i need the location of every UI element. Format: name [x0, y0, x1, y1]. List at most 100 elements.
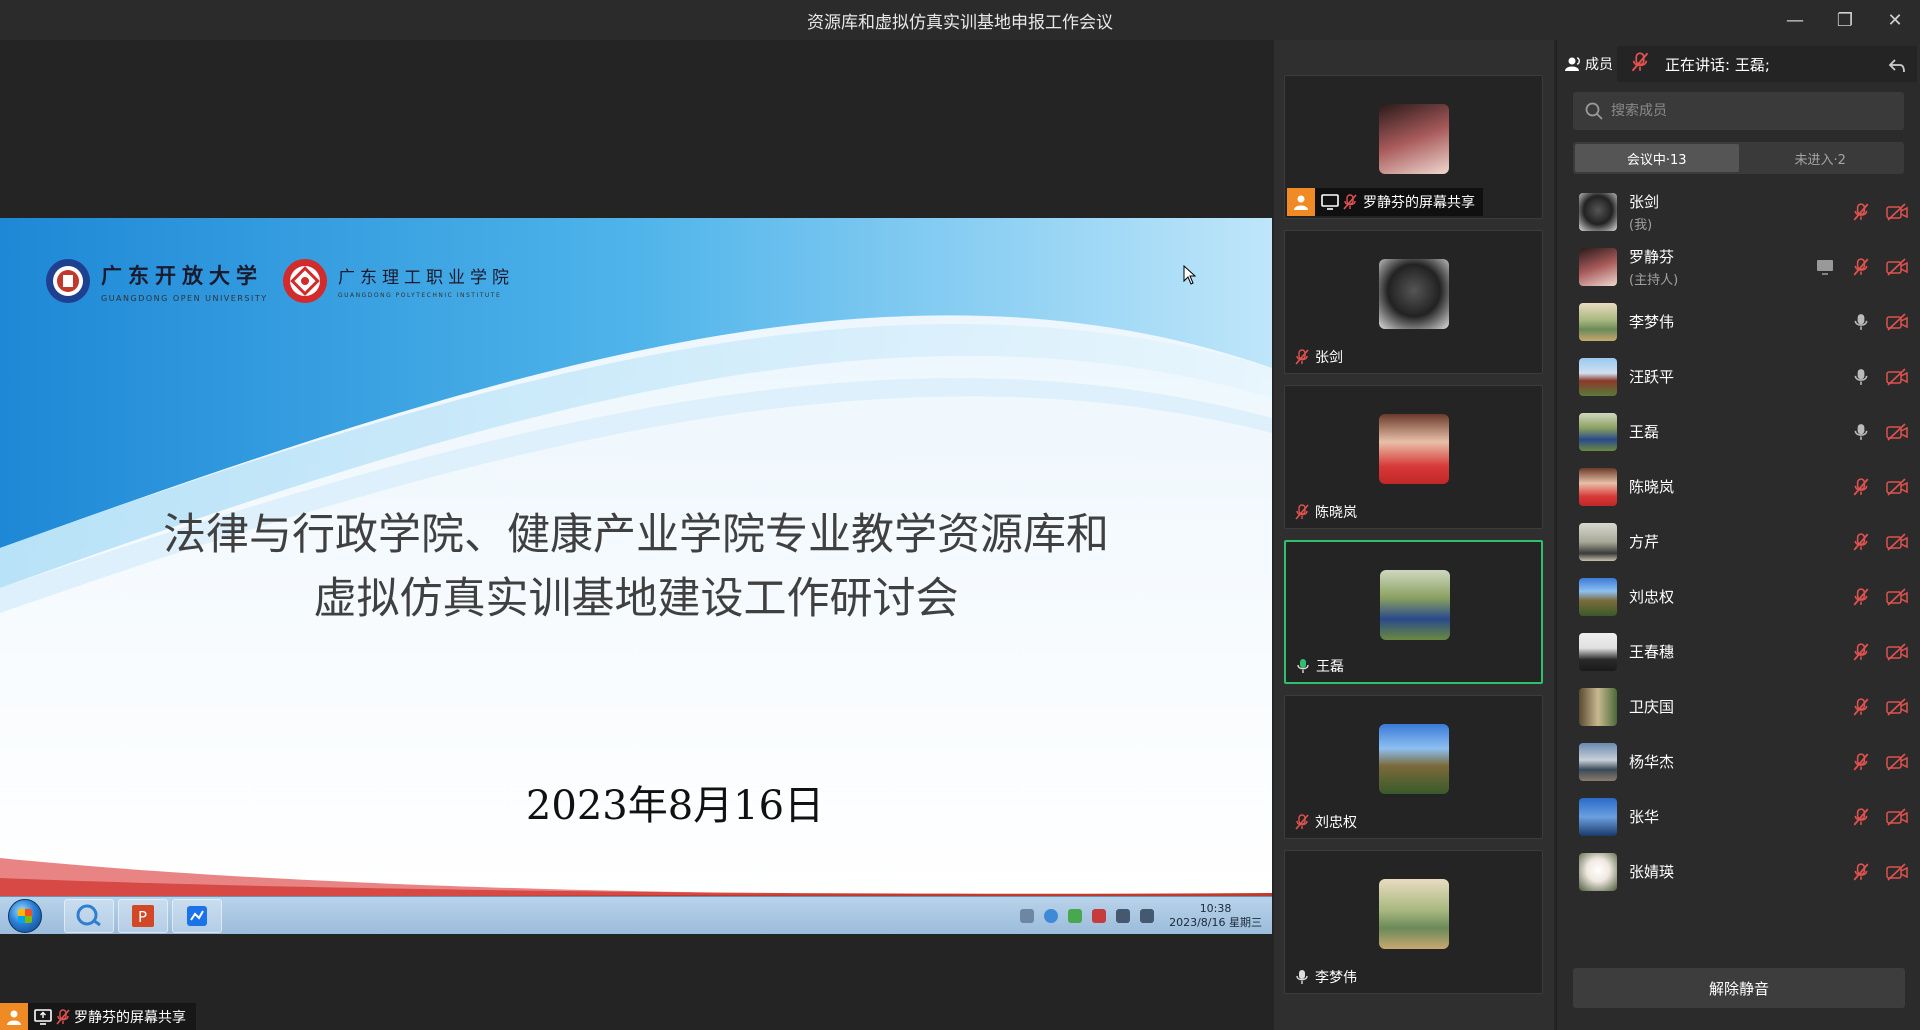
minimize-button[interactable]: — [1770, 0, 1820, 40]
avatar [1579, 412, 1617, 451]
university-seal-icon [46, 259, 90, 303]
tile-name: 王磊 [1316, 659, 1344, 675]
camera-off-icon[interactable] [1886, 202, 1908, 222]
tile-label: 罗静芬的屏幕共享 [1287, 188, 1483, 216]
tab-not-joined[interactable]: 未进入·2 [1739, 144, 1903, 172]
member-row[interactable]: 张婧瑛 [1557, 844, 1920, 899]
mic-muted-icon [1631, 52, 1655, 76]
tab-members[interactable]: 成员 [1565, 54, 1625, 74]
keyboard-icon[interactable] [1020, 908, 1035, 923]
camera-off-icon[interactable] [1886, 862, 1908, 882]
search-input[interactable] [1611, 103, 1871, 119]
member-row[interactable]: 张剑 (我) [1557, 184, 1920, 239]
avatar [1579, 467, 1617, 506]
member-row[interactable]: 李梦伟 [1557, 294, 1920, 349]
camera-off-icon[interactable] [1886, 257, 1908, 277]
avatar [1379, 259, 1449, 329]
taskbar-app-meeting[interactable] [172, 898, 222, 933]
camera-off-icon[interactable] [1886, 477, 1908, 497]
tab-in-meeting[interactable]: 会议中·13 [1575, 144, 1739, 172]
video-tile-zhangjian[interactable]: 张剑 [1284, 230, 1543, 374]
member-row[interactable]: 杨华杰 [1557, 734, 1920, 789]
camera-off-icon[interactable] [1886, 587, 1908, 607]
member-name: 方芹 [1629, 533, 1660, 551]
video-tile-liuzhongquan[interactable]: 刘忠权 [1284, 695, 1543, 839]
video-tile-chenxiaolan[interactable]: 陈晓岚 [1284, 385, 1543, 529]
mic-muted-icon[interactable] [1850, 752, 1872, 772]
logo-guangdong-polytechnic: 广东理工职业学院 GUANGDONG POLYTECHNIC INSTITUTE [282, 258, 514, 304]
member-name-block: 王春穗 [1629, 641, 1674, 662]
member-row[interactable]: 陈晓岚 [1557, 459, 1920, 514]
taskbar-app-powerpoint[interactable]: P [118, 898, 168, 933]
member-name-block: 方芹 [1629, 531, 1659, 552]
member-row[interactable]: 王磊 [1557, 404, 1920, 459]
mic-icon[interactable] [1850, 367, 1872, 387]
camera-off-icon[interactable] [1886, 532, 1908, 552]
volume-icon[interactable] [1140, 908, 1155, 923]
member-actions [1836, 697, 1908, 717]
member-role: (主持人) [1629, 272, 1679, 288]
unmute-button[interactable]: 解除静音 [1573, 968, 1905, 1008]
mic-icon[interactable] [1850, 422, 1872, 442]
restore-button[interactable]: ❐ [1820, 0, 1870, 40]
member-row[interactable]: 罗静芬 (主持人) [1557, 239, 1920, 294]
tile-name: 刘忠权 [1315, 815, 1357, 831]
mic-muted-icon[interactable] [1850, 862, 1872, 882]
camera-off-icon[interactable] [1886, 422, 1908, 442]
member-row[interactable]: 方芹 [1557, 514, 1920, 569]
avatar [1579, 302, 1617, 341]
start-button[interactable] [8, 898, 42, 933]
mic-muted-icon[interactable] [1850, 202, 1872, 222]
signal-icon[interactable] [1116, 908, 1131, 923]
window-controls: — ❐ ✕ [1770, 0, 1920, 40]
camera-off-icon[interactable] [1886, 642, 1908, 662]
panel-header: 成员 正在讲话: 王磊; [1557, 40, 1920, 88]
video-tile-wanglei[interactable]: 王磊 [1284, 540, 1543, 684]
taskbar-app-chat[interactable] [64, 898, 114, 933]
title-bar: 资源库和虚拟仿真实训基地申报工作会议 — ❐ ✕ [0, 0, 1920, 40]
member-row[interactable]: 张华 [1557, 789, 1920, 844]
member-row[interactable]: 汪跃平 [1557, 349, 1920, 404]
mic-icon[interactable] [1850, 312, 1872, 332]
member-name-block: 王磊 [1629, 421, 1659, 442]
video-tile-limengwei[interactable]: 李梦伟 [1284, 850, 1543, 994]
member-actions [1800, 257, 1908, 277]
close-button[interactable]: ✕ [1870, 0, 1920, 40]
screen-share-icon[interactable] [1814, 257, 1836, 277]
search-icon [1585, 102, 1603, 120]
speaking-indicator: 正在讲话: 王磊; [1617, 46, 1917, 82]
security-shield-icon[interactable] [1068, 908, 1083, 923]
back-arrow-icon[interactable] [1887, 56, 1907, 76]
camera-off-icon[interactable] [1886, 367, 1908, 387]
tile-name: 张剑 [1315, 350, 1343, 366]
member-name-block: 陈晓岚 [1629, 476, 1674, 497]
mic-muted-icon [1343, 194, 1357, 210]
mic-muted-icon[interactable] [1850, 587, 1872, 607]
logo1-name: 广东开放大学 [101, 262, 263, 288]
video-tiles-column: 罗静芬的屏幕共享 张剑 陈晓岚 王磊 刘忠权 李梦伟 [1274, 40, 1554, 1030]
mic-muted-icon [1295, 814, 1309, 830]
mouse-cursor-icon [1183, 265, 1197, 285]
member-row[interactable]: 刘忠权 [1557, 569, 1920, 624]
flag-icon[interactable] [1092, 908, 1107, 923]
video-tile-luojingfen-share[interactable]: 罗静芬的屏幕共享 [1284, 75, 1543, 219]
mic-muted-icon[interactable] [1850, 477, 1872, 497]
mic-muted-icon[interactable] [1850, 807, 1872, 827]
mic-muted-icon[interactable] [1850, 642, 1872, 662]
taskbar-clock[interactable]: 10:38 2023/8/16 星期三 [1169, 902, 1262, 930]
camera-off-icon[interactable] [1886, 697, 1908, 717]
mic-muted-icon[interactable] [1850, 697, 1872, 717]
member-row[interactable]: 王春穗 [1557, 624, 1920, 679]
camera-off-icon[interactable] [1886, 807, 1908, 827]
member-name: 张婧瑛 [1629, 863, 1675, 881]
mic-muted-icon[interactable] [1850, 257, 1872, 277]
mic-muted-icon[interactable] [1850, 532, 1872, 552]
avatar [1579, 357, 1617, 396]
tile-name: 李梦伟 [1315, 970, 1357, 986]
member-row[interactable]: 卫庆国 [1557, 679, 1920, 734]
network-globe-icon[interactable] [1044, 908, 1059, 923]
camera-off-icon[interactable] [1886, 312, 1908, 332]
member-actions [1836, 807, 1908, 827]
camera-off-icon[interactable] [1886, 752, 1908, 772]
avatar [1579, 577, 1617, 616]
